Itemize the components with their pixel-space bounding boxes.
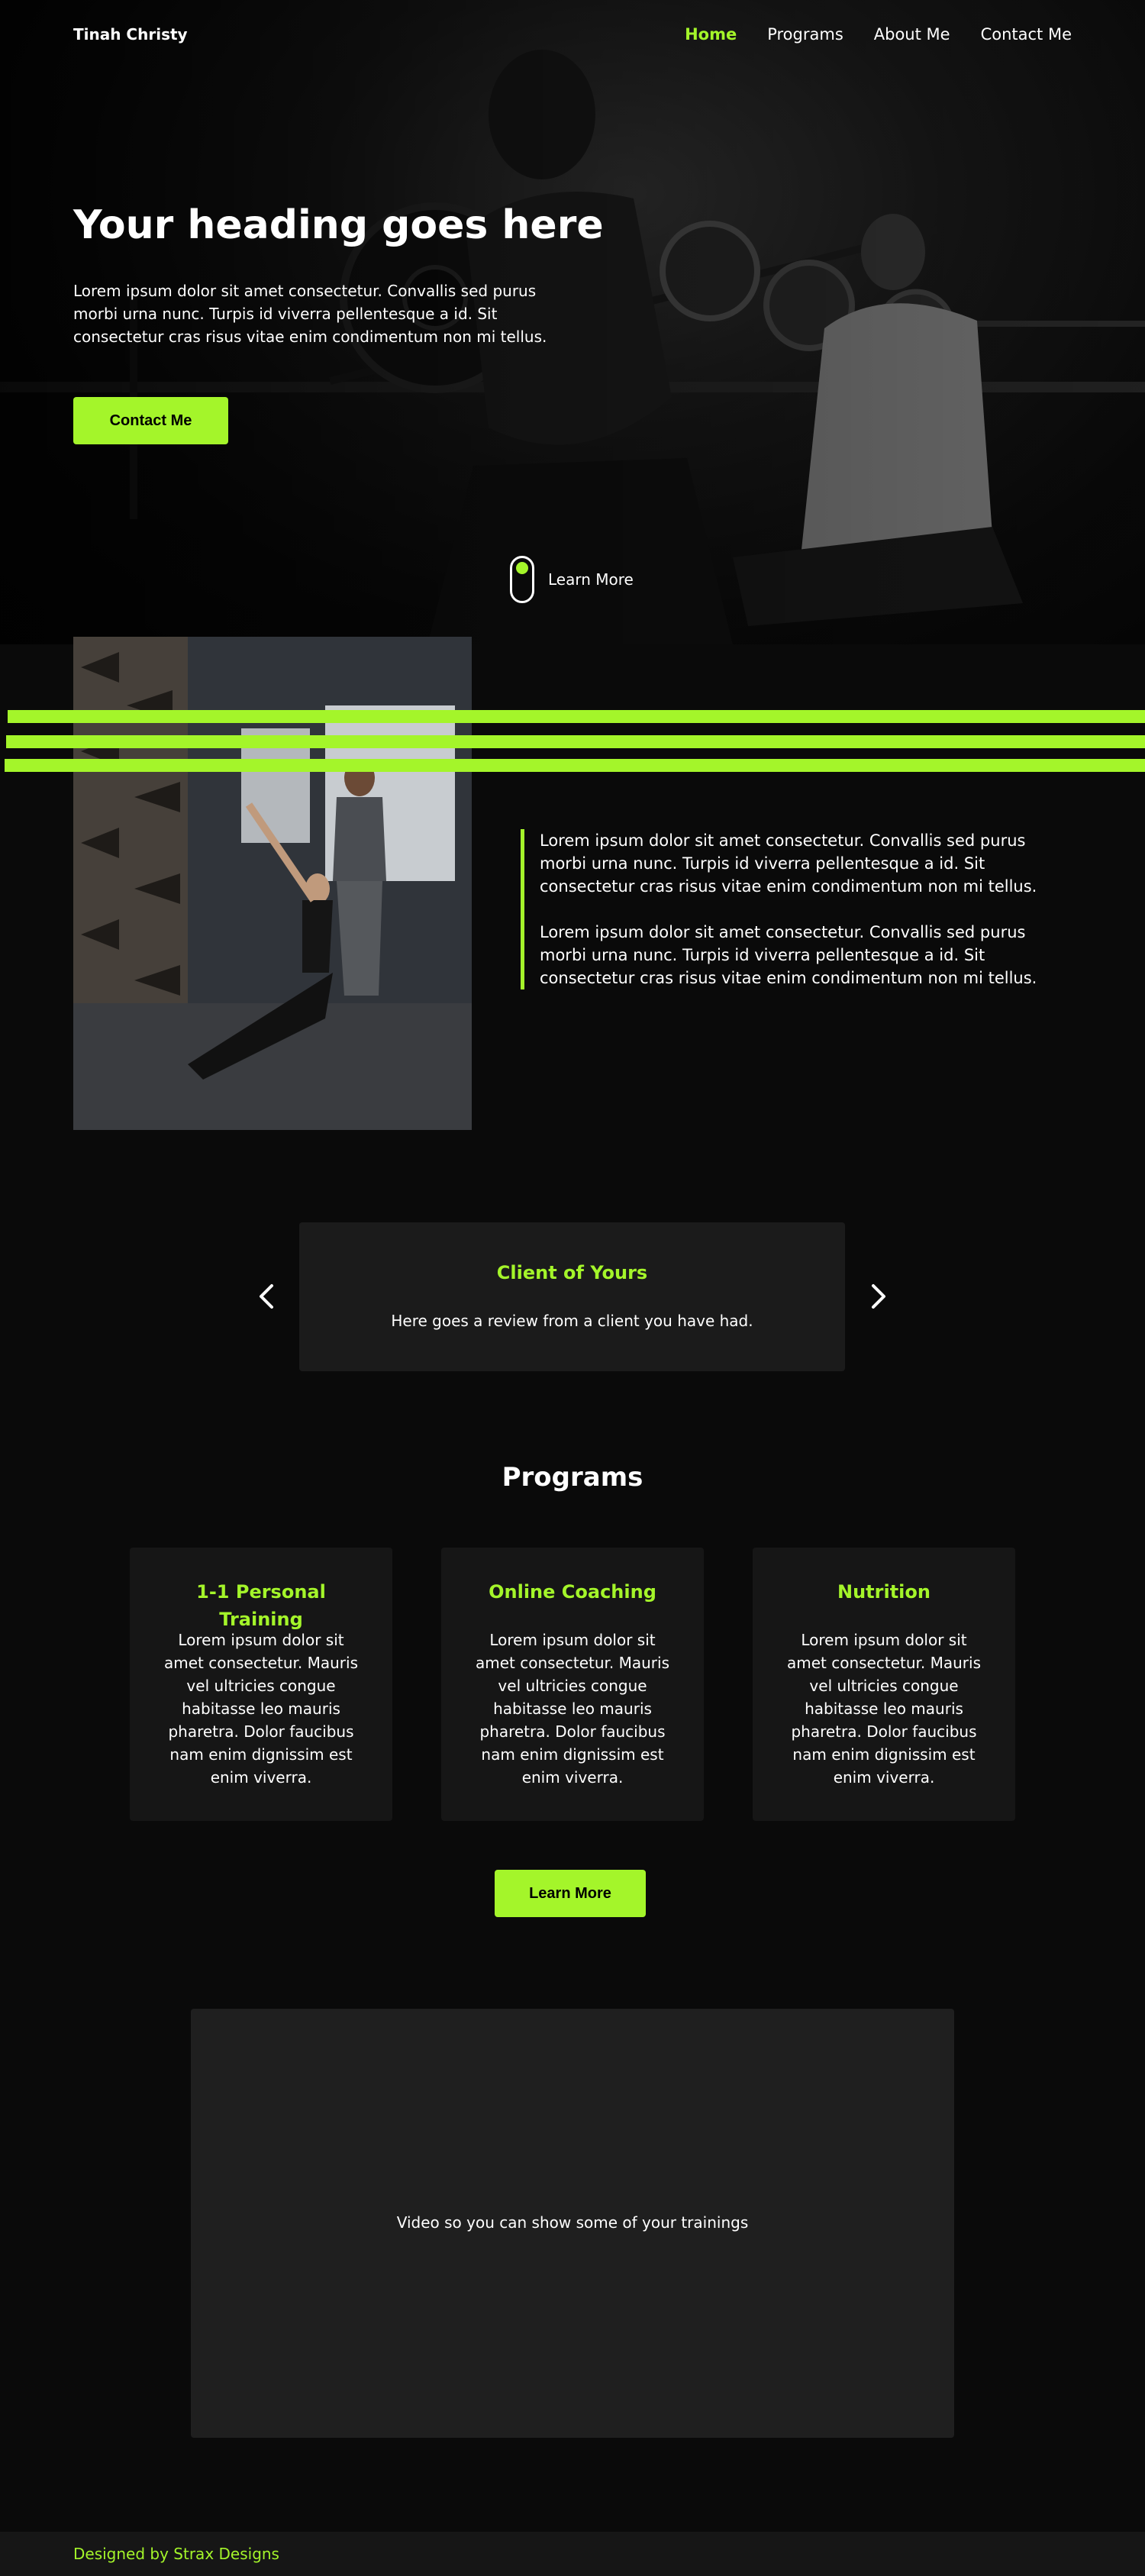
program-card-online-coaching[interactable]: Online Coaching Lorem ipsum dolor sit am… (441, 1548, 704, 1821)
footer: Designed by Strax Designs (0, 2532, 1145, 2576)
nav-link-home[interactable]: Home (685, 25, 737, 44)
accent-stripe-1 (8, 710, 1145, 723)
nav-link-programs[interactable]: Programs (767, 25, 843, 44)
hero-text: Lorem ipsum dolor sit amet consectetur. … (73, 282, 547, 346)
scroll-learn-more-link[interactable]: Learn More (548, 570, 634, 589)
program-title: Online Coaching (489, 1581, 656, 1603)
nav-link-about-me[interactable]: About Me (874, 25, 950, 44)
accent-stripe-3 (5, 759, 1145, 772)
program-title: 1-1 Personal Training (196, 1581, 326, 1630)
program-description: Lorem ipsum dolor sit amet consectetur. … (475, 1631, 670, 1787)
program-description: Lorem ipsum dolor sit amet consectetur. … (786, 1631, 982, 1787)
testimonial-client-name: Client of Yours (496, 1262, 648, 1283)
testimonial-text: Here goes a review from a client you hav… (391, 1312, 753, 1330)
about-text-block: Lorem ipsum dolor sit amet consectetur. … (521, 829, 1055, 989)
video-caption: Video so you can show some of your train… (396, 2213, 749, 2232)
hero-section: Tinah Christy Home Programs About Me Con… (0, 0, 1145, 644)
about-paragraph: Lorem ipsum dolor sit amet consectetur. … (540, 923, 1037, 987)
video-placeholder[interactable]: Video so you can show some of your train… (191, 2009, 954, 2438)
hero-heading: Your heading goes here (73, 202, 604, 248)
scroll-dot (516, 562, 528, 574)
learn-more-button[interactable]: Learn More (495, 1870, 646, 1917)
footer-credit[interactable]: Designed by Strax Designs (73, 2545, 279, 2563)
top-nav: Tinah Christy Home Programs About Me Con… (0, 0, 1145, 70)
program-description: Lorem ipsum dolor sit amet consectetur. … (163, 1631, 359, 1787)
programs-heading: Programs (502, 1462, 643, 1493)
brand-name[interactable]: Tinah Christy (73, 25, 188, 44)
chevron-left-icon[interactable] (252, 1277, 282, 1316)
testimonial-card: Client of Yours Here goes a review from … (299, 1222, 845, 1371)
program-title: Nutrition (837, 1581, 931, 1603)
contact-me-button[interactable]: Contact Me (73, 397, 228, 444)
chevron-right-icon[interactable] (863, 1277, 893, 1316)
nav-link-contact-me[interactable]: Contact Me (981, 25, 1072, 44)
program-card-nutrition[interactable]: Nutrition Lorem ipsum dolor sit amet con… (753, 1548, 1015, 1821)
about-paragraph: Lorem ipsum dolor sit amet consectetur. … (540, 831, 1037, 896)
nav-links: Home Programs About Me Contact Me (685, 25, 1072, 44)
accent-stripe-2 (6, 735, 1145, 748)
scroll-indicator-icon[interactable] (510, 556, 534, 603)
program-card-personal-training[interactable]: 1-1 Personal Training Lorem ipsum dolor … (130, 1548, 392, 1821)
